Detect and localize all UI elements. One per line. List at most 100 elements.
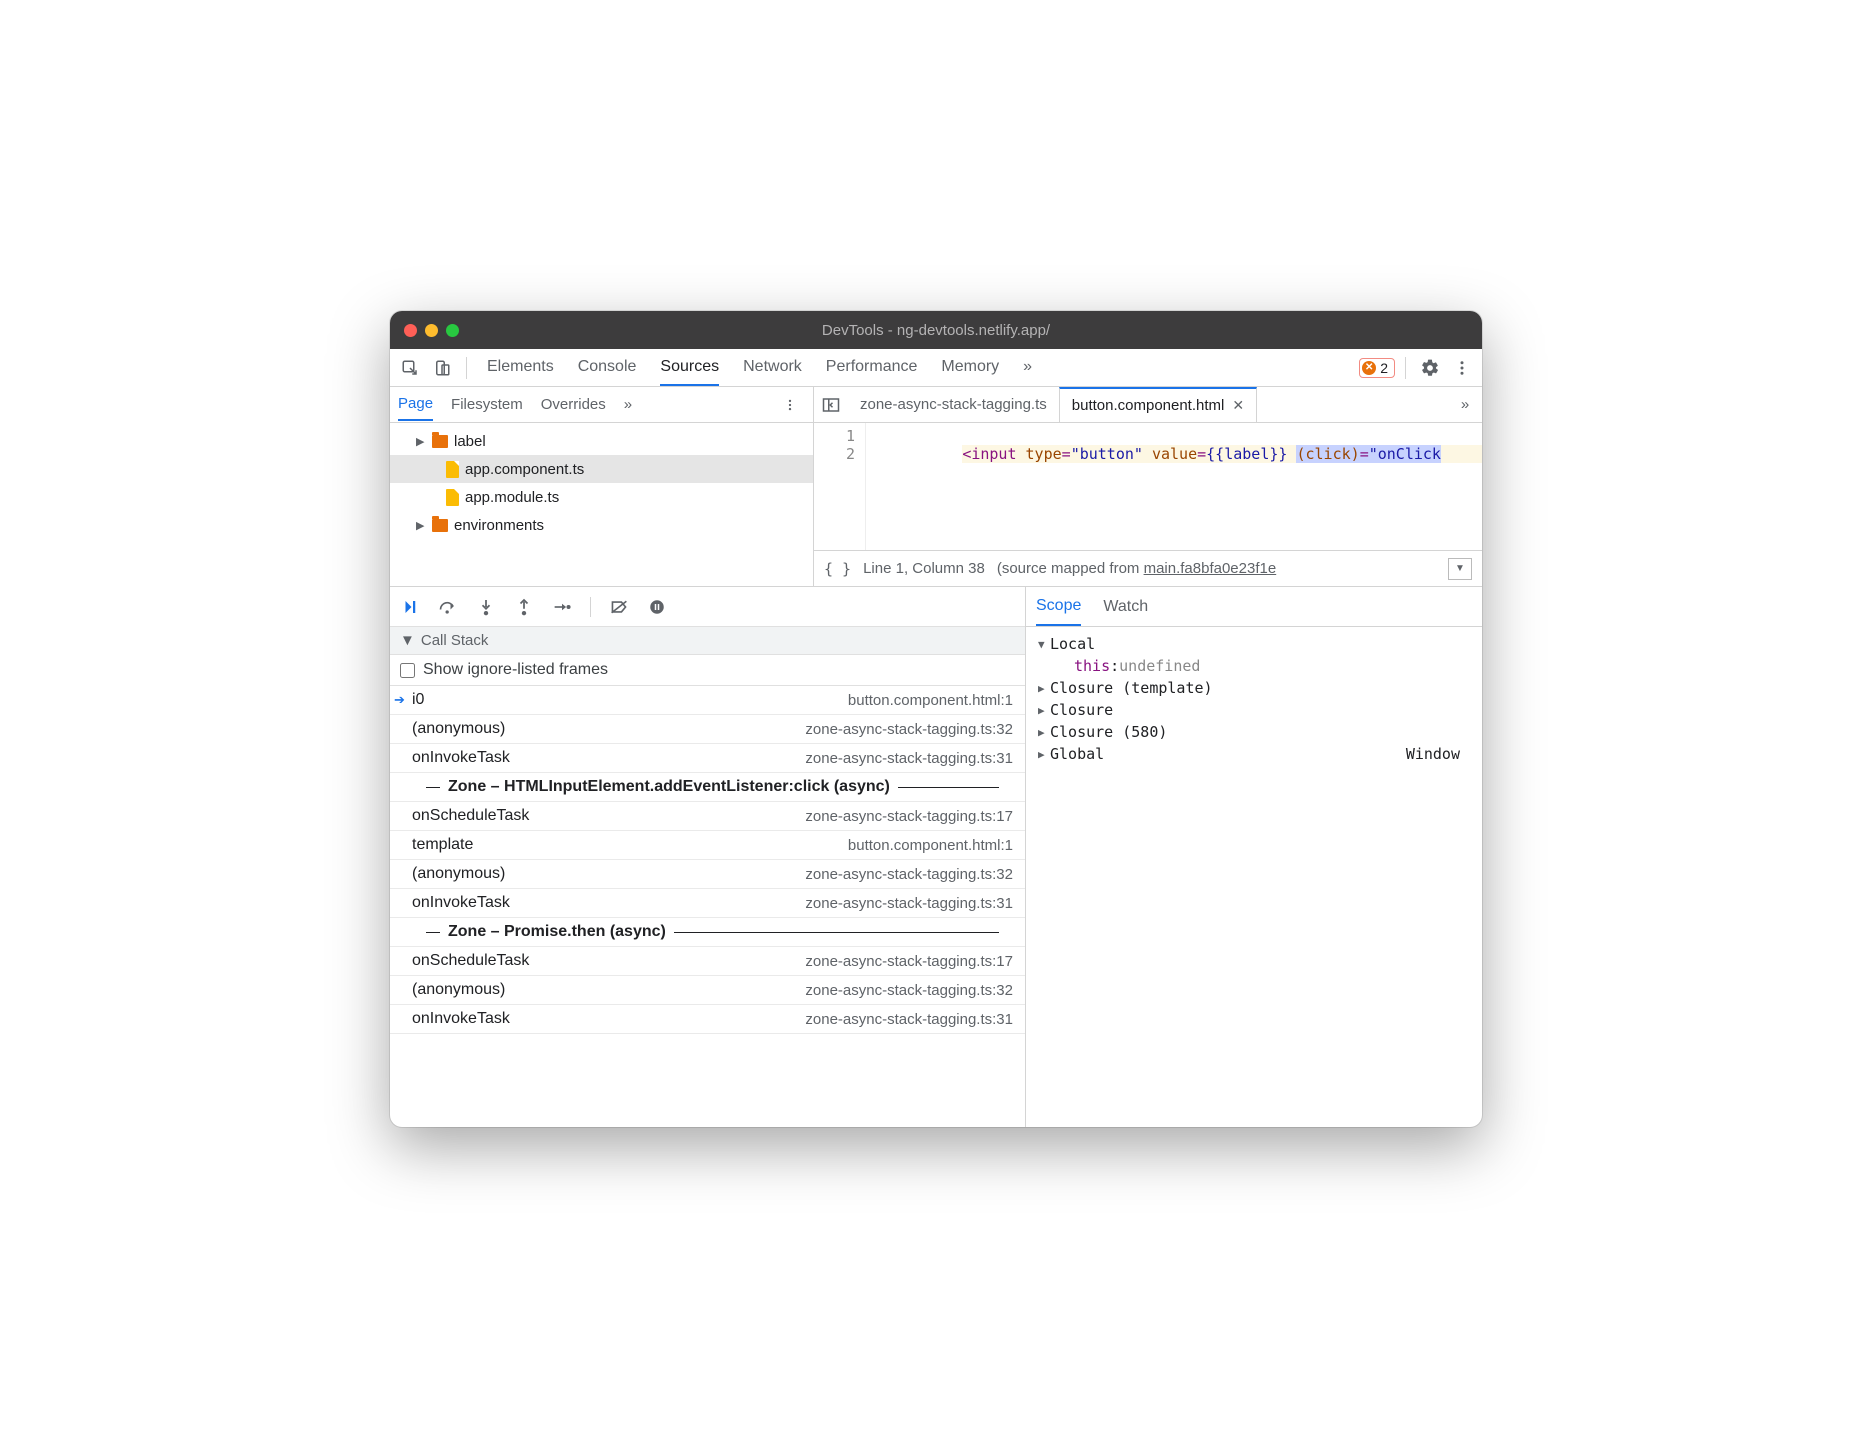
toggle-navigator-icon[interactable]: [814, 397, 848, 413]
step-into-icon[interactable]: [476, 597, 496, 617]
minimize-window-button[interactable]: [425, 324, 438, 337]
frame-location: zone-async-stack-tagging.ts:32: [805, 866, 1013, 883]
scope-tab-watch[interactable]: Watch: [1103, 589, 1148, 625]
editor-status-bar: { } Line 1, Column 38 (source mapped fro…: [814, 550, 1482, 586]
source-map-link[interactable]: main.fa8bfa0e23f1e: [1144, 560, 1277, 577]
sources-middle: Page Filesystem Overrides » ▶ label app.…: [390, 387, 1482, 587]
frame-name: onScheduleTask: [412, 952, 529, 970]
nav-tabs-overflow-icon[interactable]: »: [624, 396, 632, 413]
checkbox-input[interactable]: [400, 663, 415, 678]
line-number: 1: [814, 427, 855, 445]
editor-tab-button-component[interactable]: button.component.html ✕: [1059, 387, 1257, 422]
stack-group-header[interactable]: Zone – HTMLInputElement.addEventListener…: [390, 773, 1025, 802]
scope-row[interactable]: ▶Closure (template): [1030, 677, 1478, 699]
frame-location: zone-async-stack-tagging.ts:32: [805, 721, 1013, 738]
titlebar: DevTools - ng-devtools.netlify.app/: [390, 311, 1482, 349]
close-icon[interactable]: ✕: [1232, 397, 1244, 414]
scope-row[interactable]: ▶Closure: [1030, 699, 1478, 721]
scope-row[interactable]: ▶Closure (580): [1030, 721, 1478, 743]
nav-tab-overrides[interactable]: Overrides: [541, 389, 606, 420]
kebab-menu-icon[interactable]: [1448, 354, 1476, 382]
show-ignore-listed-checkbox[interactable]: Show ignore-listed frames: [390, 655, 1025, 686]
pause-on-exceptions-icon[interactable]: [647, 597, 667, 617]
chevron-right-icon: ▶: [416, 435, 426, 448]
frame-location: zone-async-stack-tagging.ts:31: [805, 1011, 1013, 1028]
separator: [590, 597, 591, 617]
source-map-info: (source mapped from main.fa8bfa0e23f1e: [997, 560, 1276, 577]
chevron-right-icon: ▶: [1038, 682, 1050, 695]
frame-location: button.component.html:1: [848, 837, 1013, 854]
tab-sources[interactable]: Sources: [660, 350, 719, 386]
scope-tab-scope[interactable]: Scope: [1036, 588, 1081, 626]
stack-frame[interactable]: (anonymous)zone-async-stack-tagging.ts:3…: [390, 976, 1025, 1005]
device-toggle-icon[interactable]: [428, 354, 456, 382]
tree-file-app-component[interactable]: app.component.ts: [390, 455, 813, 483]
stack-group-header[interactable]: Zone – Promise.then (async): [390, 918, 1025, 947]
stack-frame[interactable]: onScheduleTaskzone-async-stack-tagging.t…: [390, 947, 1025, 976]
step-icon[interactable]: [552, 597, 572, 617]
call-stack-header[interactable]: ▼ Call Stack: [390, 627, 1025, 655]
step-over-icon[interactable]: [438, 597, 458, 617]
stack-frame[interactable]: (anonymous) zone-async-stack-tagging.ts:3…: [390, 715, 1025, 744]
frame-name: onInvokeTask: [412, 749, 510, 767]
tab-network[interactable]: Network: [743, 350, 802, 386]
stack-frame[interactable]: i0button.component.html:1: [390, 686, 1025, 715]
tree-folder-environments[interactable]: ▶ environments: [390, 511, 813, 539]
scope-row[interactable]: this: undefined: [1030, 655, 1478, 677]
pretty-print-icon[interactable]: { }: [824, 560, 851, 578]
resume-icon[interactable]: [400, 597, 420, 617]
editor-tabs-overflow-icon[interactable]: »: [1448, 396, 1482, 413]
tab-memory[interactable]: Memory: [941, 350, 999, 386]
stack-frame[interactable]: templatebutton.component.html:1: [390, 831, 1025, 860]
line-number: 2: [814, 445, 855, 463]
main-toolbar: Elements Console Sources Network Perform…: [390, 349, 1482, 387]
scope-value: Window: [1406, 745, 1470, 763]
frame-name: (anonymous): [412, 720, 505, 738]
deactivate-breakpoints-icon[interactable]: [609, 597, 629, 617]
frame-location: zone-async-stack-tagging.ts:17: [805, 808, 1013, 825]
tab-elements[interactable]: Elements: [487, 350, 554, 386]
stack-frame[interactable]: onInvokeTaskzone-async-stack-tagging.ts:…: [390, 889, 1025, 918]
file-icon: [446, 489, 459, 506]
group-label: Zone – Promise.then (async): [448, 923, 666, 941]
frame-name: (anonymous): [412, 865, 505, 883]
chevron-down-icon: ▼: [400, 632, 415, 649]
tree-folder-label[interactable]: ▶ label: [390, 427, 813, 455]
stack-frame[interactable]: (anonymous) zone-async-stack-tagging.ts:3…: [390, 860, 1025, 889]
code-editor[interactable]: 1 2 <input type="button" value={{label}}…: [814, 423, 1482, 550]
tab-console[interactable]: Console: [578, 350, 637, 386]
scope-row[interactable]: ▼Local: [1030, 633, 1478, 655]
close-window-button[interactable]: [404, 324, 417, 337]
stack-frame[interactable]: onInvokeTask zone-async-stack-tagging.ts:…: [390, 744, 1025, 773]
stack-frame[interactable]: onScheduleTaskzone-async-stack-tagging.t…: [390, 802, 1025, 831]
line-gutter: 1 2: [814, 423, 866, 550]
frame-name: i0: [412, 691, 424, 709]
step-out-icon[interactable]: [514, 597, 534, 617]
error-count-chip[interactable]: ✕ 2: [1359, 358, 1395, 378]
window-title: DevTools - ng-devtools.netlify.app/: [822, 322, 1050, 339]
nav-tab-page[interactable]: Page: [398, 388, 433, 421]
chevron-right-icon: ▶: [1038, 726, 1050, 739]
stack-frame[interactable]: onInvokeTask zone-async-stack-tagging.ts:…: [390, 1005, 1025, 1034]
debugger-toolbar: [390, 587, 1025, 627]
debugger-pane: ▼ Call Stack Show ignore-listed frames i…: [390, 587, 1026, 1127]
inspect-icon[interactable]: [396, 354, 424, 382]
group-label: Zone – HTMLInputElement.addEventListener…: [448, 778, 890, 796]
tab-label: button.component.html: [1072, 397, 1225, 414]
tree-file-app-module[interactable]: app.module.ts: [390, 483, 813, 511]
editor-tab-zone[interactable]: zone-async-stack-tagging.ts: [848, 387, 1059, 422]
frame-name: onInvokeTask: [412, 1010, 510, 1028]
coverage-toggle-icon[interactable]: ▼: [1448, 558, 1472, 580]
nav-tab-filesystem[interactable]: Filesystem: [451, 389, 523, 420]
tab-label: zone-async-stack-tagging.ts: [860, 396, 1047, 413]
scope-row[interactable]: ▶GlobalWindow: [1030, 743, 1478, 765]
frame-location: zone-async-stack-tagging.ts:31: [805, 895, 1013, 912]
zoom-window-button[interactable]: [446, 324, 459, 337]
nav-kebab-icon[interactable]: [775, 398, 805, 412]
tabs-overflow-icon[interactable]: »: [1023, 350, 1032, 386]
separator: [1405, 357, 1406, 379]
tab-performance[interactable]: Performance: [826, 350, 918, 386]
cursor-position: Line 1, Column 38: [863, 560, 985, 577]
frame-location: zone-async-stack-tagging.ts:31: [805, 750, 1013, 767]
settings-icon[interactable]: [1416, 354, 1444, 382]
